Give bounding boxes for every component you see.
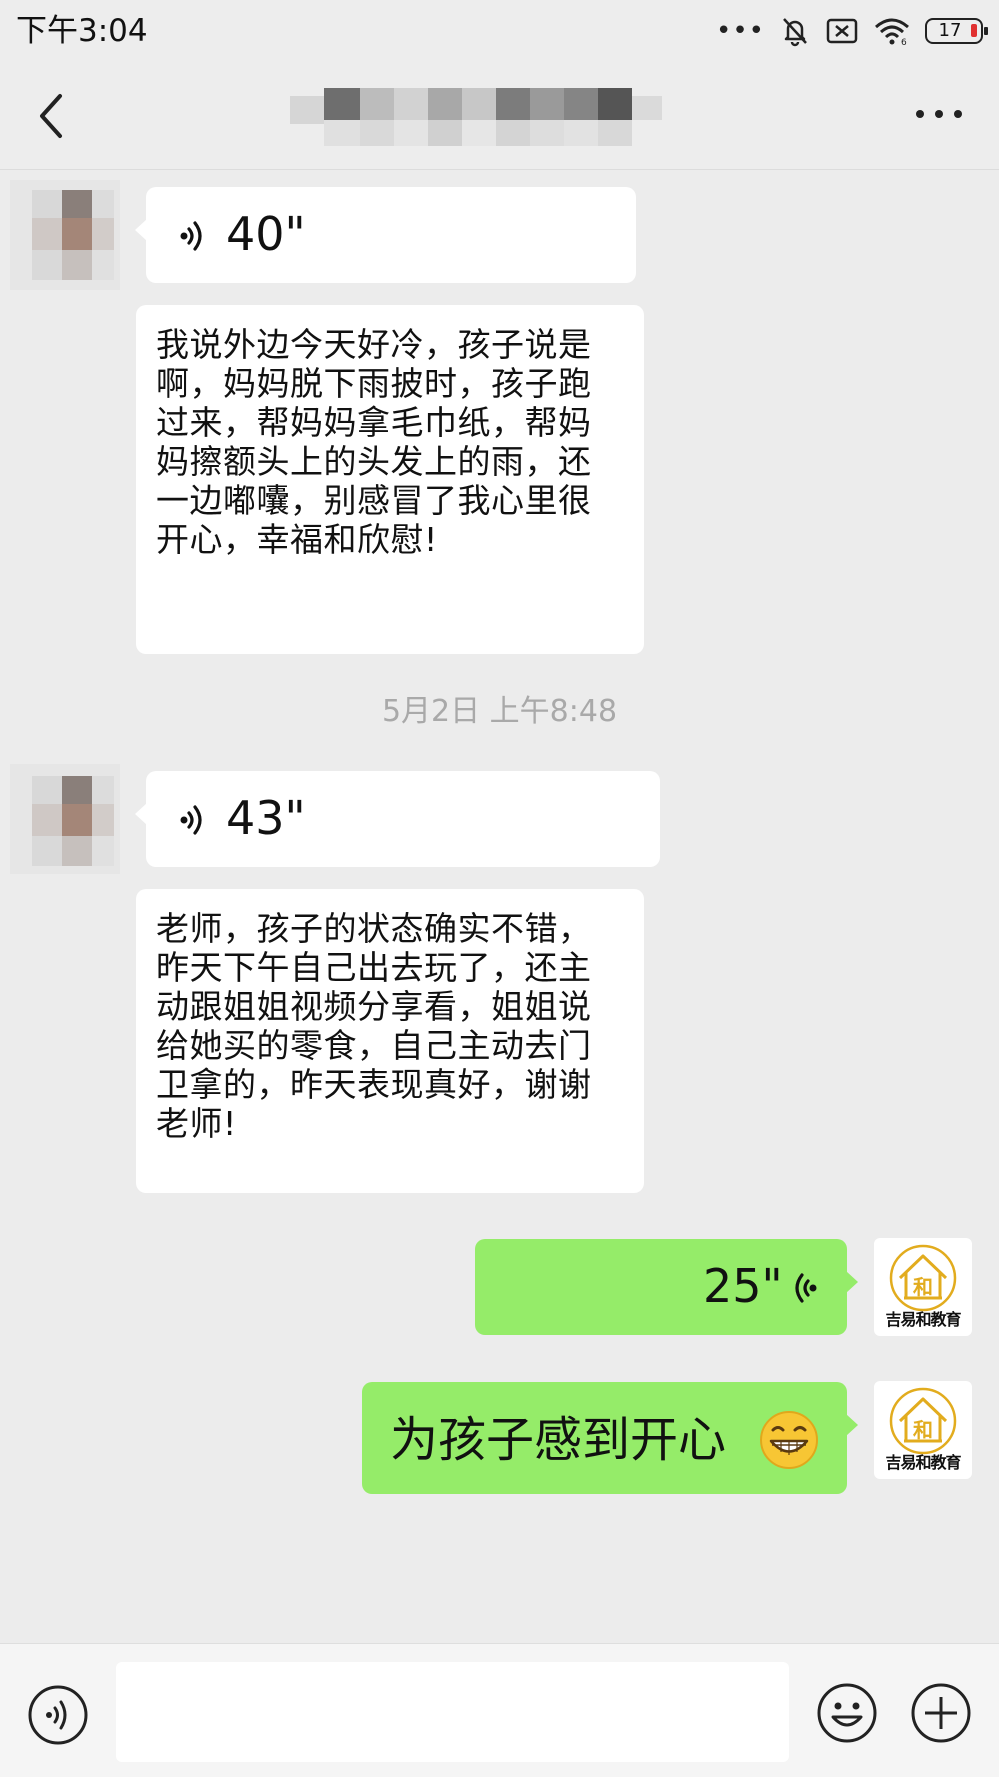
brand-logo-icon: 和	[889, 1387, 957, 1455]
chevron-left-icon	[40, 94, 62, 138]
voice-duration: 43"	[226, 791, 306, 845]
battery-tip	[984, 27, 988, 35]
timestamp: 5月2日 上午8:48	[381, 694, 618, 729]
bubble-tail	[846, 1271, 858, 1293]
voice-message-bubble[interactable]: 43"	[135, 771, 660, 867]
voice-duration: 40"	[226, 207, 306, 261]
status-time: 下午3:04	[16, 13, 148, 49]
contact-avatar[interactable]	[10, 764, 120, 874]
chat-header	[0, 62, 999, 170]
voice-input-icon	[28, 1685, 88, 1745]
plus-icon	[911, 1683, 971, 1743]
emoji-button[interactable]	[815, 1681, 879, 1745]
plus-button[interactable]	[909, 1681, 973, 1745]
svg-text:和: 和	[913, 1275, 933, 1299]
voice-wave-icon	[180, 805, 202, 835]
my-avatar[interactable]: 和 吉易和教育	[874, 1381, 972, 1479]
brand-name: 吉易和教育	[885, 1310, 961, 1329]
notifications-off-icon	[783, 18, 807, 47]
status-bar: 下午3:04 ••• 6 17	[0, 0, 999, 62]
battery-low-indicator	[971, 24, 977, 37]
my-avatar[interactable]: 和 吉易和教育	[874, 1238, 972, 1336]
contact-avatar[interactable]	[10, 180, 120, 290]
voice-wave-icon	[795, 1273, 817, 1303]
text-message-bubble[interactable]: 为孩子感到开心	[362, 1382, 858, 1494]
more-horizontal-icon	[916, 110, 962, 118]
battery-level: 17	[938, 20, 962, 41]
grinning-face-icon	[760, 1411, 818, 1469]
input-bar	[0, 1643, 999, 1777]
brand-logo-icon: 和	[889, 1244, 957, 1312]
bubble-tail	[846, 1414, 858, 1436]
status-icons: ••• 6 17	[715, 14, 988, 48]
message-input[interactable]	[116, 1662, 789, 1762]
status-dots: •••	[715, 16, 765, 46]
voice-duration: 25"	[703, 1259, 783, 1313]
text-message-bubble[interactable]: 老师，孩子的状态确实不错，昨天下午自己出去玩了，还主动跟姐姐视频分享看，姐姐说给…	[136, 889, 644, 1193]
emoji-icon	[817, 1683, 877, 1743]
brand-name: 吉易和教育	[885, 1453, 961, 1472]
message-text: 我说外边今天好冷，孩子说是啊，妈妈脱下雨披时，孩子跑过来，帮妈妈拿毛巾纸，帮妈妈…	[156, 325, 592, 559]
bubble-tail	[135, 219, 147, 241]
sim-off-icon	[826, 18, 858, 44]
voice-message-bubble[interactable]: 25"	[475, 1239, 858, 1335]
svg-text:和: 和	[913, 1418, 933, 1442]
bubble-tail	[135, 803, 147, 825]
chat-title-redacted	[290, 88, 662, 146]
message-text: 为孩子感到开心	[390, 1412, 727, 1468]
svg-text:6: 6	[901, 38, 907, 46]
more-button[interactable]	[909, 92, 969, 136]
voice-input-button[interactable]	[27, 1684, 89, 1746]
voice-message-bubble[interactable]: 40"	[135, 187, 636, 283]
voice-wave-icon	[180, 221, 202, 251]
message-text: 老师，孩子的状态确实不错，昨天下午自己出去玩了，还主动跟姐姐视频分享看，姐姐说给…	[156, 909, 592, 1143]
back-button[interactable]	[28, 88, 80, 144]
text-message-bubble[interactable]: 我说外边今天好冷，孩子说是啊，妈妈脱下雨披时，孩子跑过来，帮妈妈拿毛巾纸，帮妈妈…	[136, 305, 644, 654]
battery-icon: 17	[925, 18, 988, 44]
wifi-icon: 6	[875, 18, 909, 46]
